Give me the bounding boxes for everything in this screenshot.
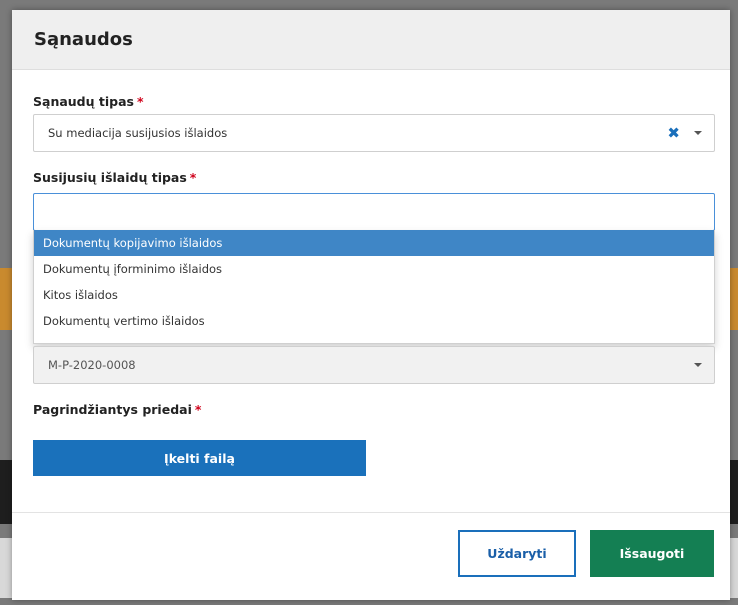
related-expense-type-label: Susijusių išlaidų tipas *: [33, 170, 197, 185]
expense-type-value: Su mediacija susijusios išlaidos: [48, 126, 228, 140]
dropdown-option[interactable]: Dokumentų vertimo išlaidos: [34, 308, 714, 334]
required-mark: *: [194, 402, 202, 417]
expense-type-label: Sąnaudų tipas *: [33, 94, 144, 109]
modal-header: Sąnaudos: [12, 10, 730, 70]
background-fragment: [0, 268, 12, 330]
required-mark: *: [189, 170, 197, 185]
related-expense-search-input[interactable]: [33, 193, 715, 231]
dropdown-option[interactable]: Dokumentų įforminimo išlaidos: [34, 256, 714, 282]
upload-file-button[interactable]: Įkelti failą: [33, 440, 366, 476]
attachments-label: Pagrindžiantys priedai *: [33, 402, 202, 417]
dropdown-option[interactable]: Kitos išlaidos: [34, 282, 714, 308]
save-button[interactable]: Išsaugoti: [590, 530, 714, 577]
chevron-down-icon[interactable]: [694, 131, 702, 135]
related-expense-dropdown: Dokumentų kopijavimo išlaidos Dokumentų …: [33, 230, 715, 344]
modal-title: Sąnaudos: [34, 29, 133, 50]
expense-type-select[interactable]: Su mediacija susijusios išlaidos ✖: [33, 114, 715, 152]
case-number-value: M-P-2020-0008: [48, 358, 136, 372]
case-number-select: M-P-2020-0008: [33, 346, 715, 384]
background-fragment: [0, 460, 12, 524]
dropdown-option[interactable]: Dokumentų kopijavimo išlaidos: [34, 230, 714, 256]
footer-divider: [12, 512, 730, 513]
required-mark: *: [136, 94, 144, 109]
background-fragment: [0, 538, 12, 598]
expenses-modal: Sąnaudos Sąnaudų tipas * Su mediacija sus…: [12, 10, 730, 600]
clear-icon[interactable]: ✖: [667, 124, 680, 142]
close-button[interactable]: Uždaryti: [458, 530, 576, 577]
chevron-down-icon: [694, 363, 702, 367]
